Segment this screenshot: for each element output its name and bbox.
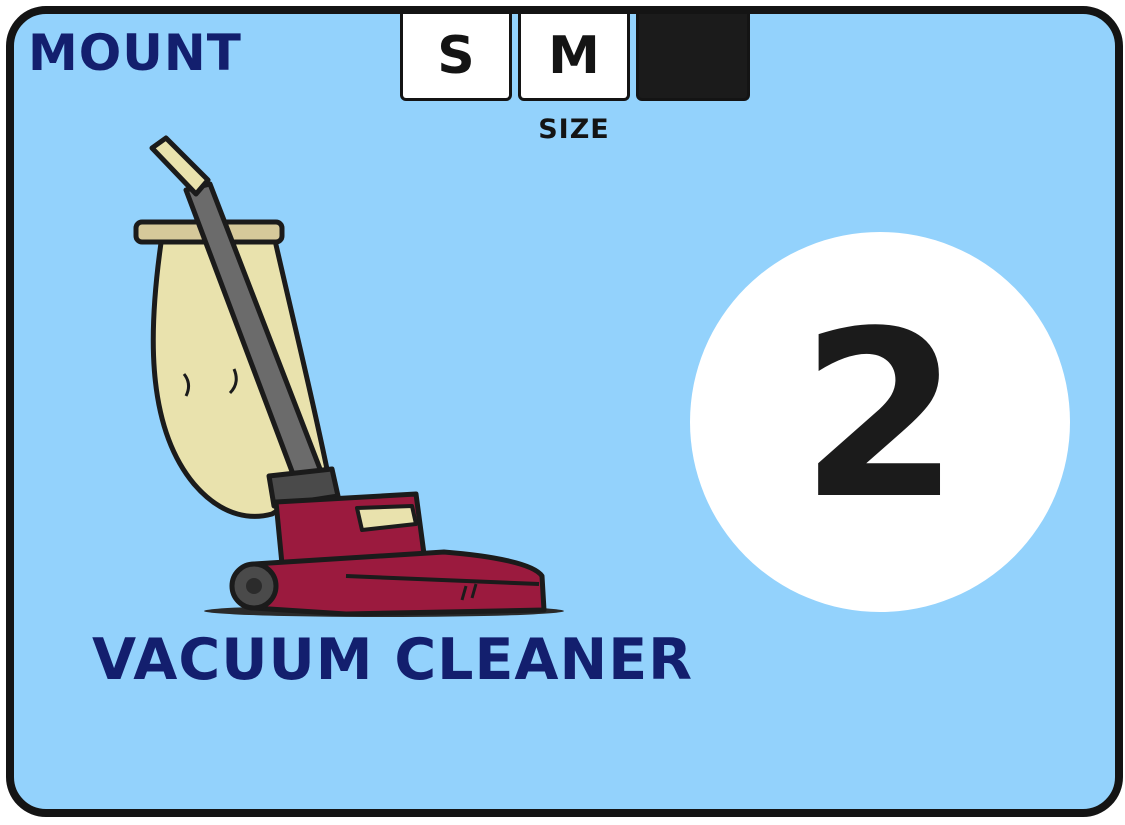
value-badge: 2 xyxy=(690,232,1070,612)
size-tab-m[interactable]: M xyxy=(518,14,630,101)
game-card[interactable]: MOUNT S M SIZE VACUUM CLEANER 2 xyxy=(6,6,1123,817)
size-tab-s[interactable]: S xyxy=(400,14,512,101)
size-tab-empty xyxy=(636,14,750,101)
vacuum-cleaner-icon xyxy=(133,135,564,617)
category-label: MOUNT xyxy=(28,24,242,82)
handle-grip xyxy=(149,135,211,197)
size-selector: S M xyxy=(400,14,750,106)
indicator-window xyxy=(355,504,418,532)
value-number: 2 xyxy=(799,283,961,550)
item-name: VACUUM CLEANER xyxy=(92,627,694,693)
